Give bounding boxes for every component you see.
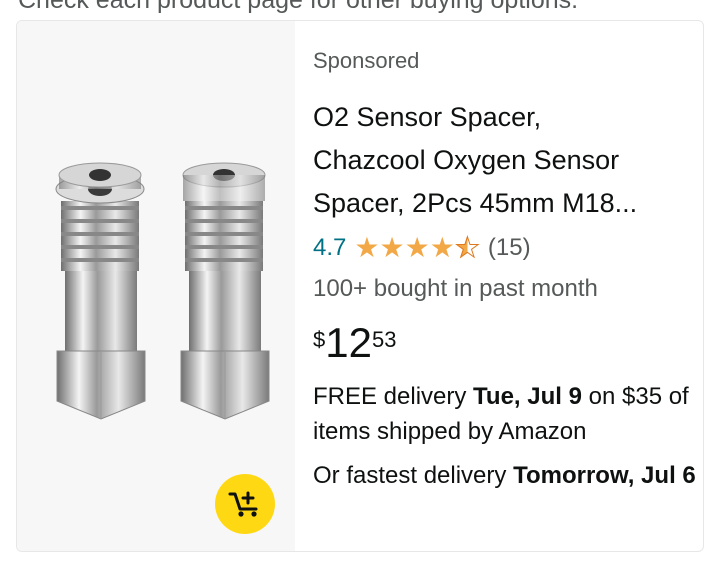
bought-count: 100+ bought in past month (313, 275, 598, 302)
rating-value[interactable]: 4.7 (313, 234, 346, 262)
price-symbol: $ (313, 327, 326, 352)
delivery-prefix: FREE delivery (313, 383, 474, 410)
price-fraction: 53 (371, 327, 397, 352)
review-count[interactable]: (15) (488, 234, 531, 262)
add-to-cart-button[interactable] (215, 474, 275, 534)
price: $1253 (313, 319, 396, 367)
fastest-prefix: Or fastest delivery (313, 462, 514, 489)
delivery-date: Tue, Jul 9 (473, 383, 582, 410)
product-image[interactable] (35, 161, 275, 431)
star-icon: ★ (429, 232, 455, 263)
add-to-cart-icon (228, 491, 258, 517)
delivery-info: FREE delivery Tue, Jul 9 on $35 of items… (313, 379, 703, 449)
product-title-line-2[interactable]: Chazcool Oxygen Sensor (313, 139, 693, 182)
product-card[interactable]: Sponsored O2 Sensor Spacer, Chazcool Oxy… (16, 20, 704, 552)
fastest-delivery-info: Or fastest delivery Tomorrow, Jul 6 (313, 458, 703, 494)
product-title-line-3[interactable]: Spacer, 2Pcs 45mm M18... (313, 182, 693, 225)
star-icon: ★ (354, 232, 380, 263)
star-icon: ★ (379, 232, 405, 263)
price-whole: 12 (325, 319, 372, 366)
product-title-line-1[interactable]: O2 Sensor Spacer, (313, 96, 693, 139)
rating-row[interactable]: 4.7 ★ ★ ★ ★ ★ (15) (313, 232, 531, 263)
fastest-date: Tomorrow, Jul 6 (513, 462, 696, 489)
star-icon: ★ (404, 232, 430, 263)
half-star-icon: ★ (454, 232, 480, 263)
product-image-pane[interactable] (17, 21, 295, 551)
product-title[interactable]: O2 Sensor Spacer, Chazcool Oxygen Sensor… (313, 96, 693, 225)
sponsored-label: Sponsored (313, 48, 420, 73)
star-rating[interactable]: ★ ★ ★ ★ ★ (354, 232, 480, 263)
top-cut-text: Check each product page for other buying… (18, 0, 579, 14)
